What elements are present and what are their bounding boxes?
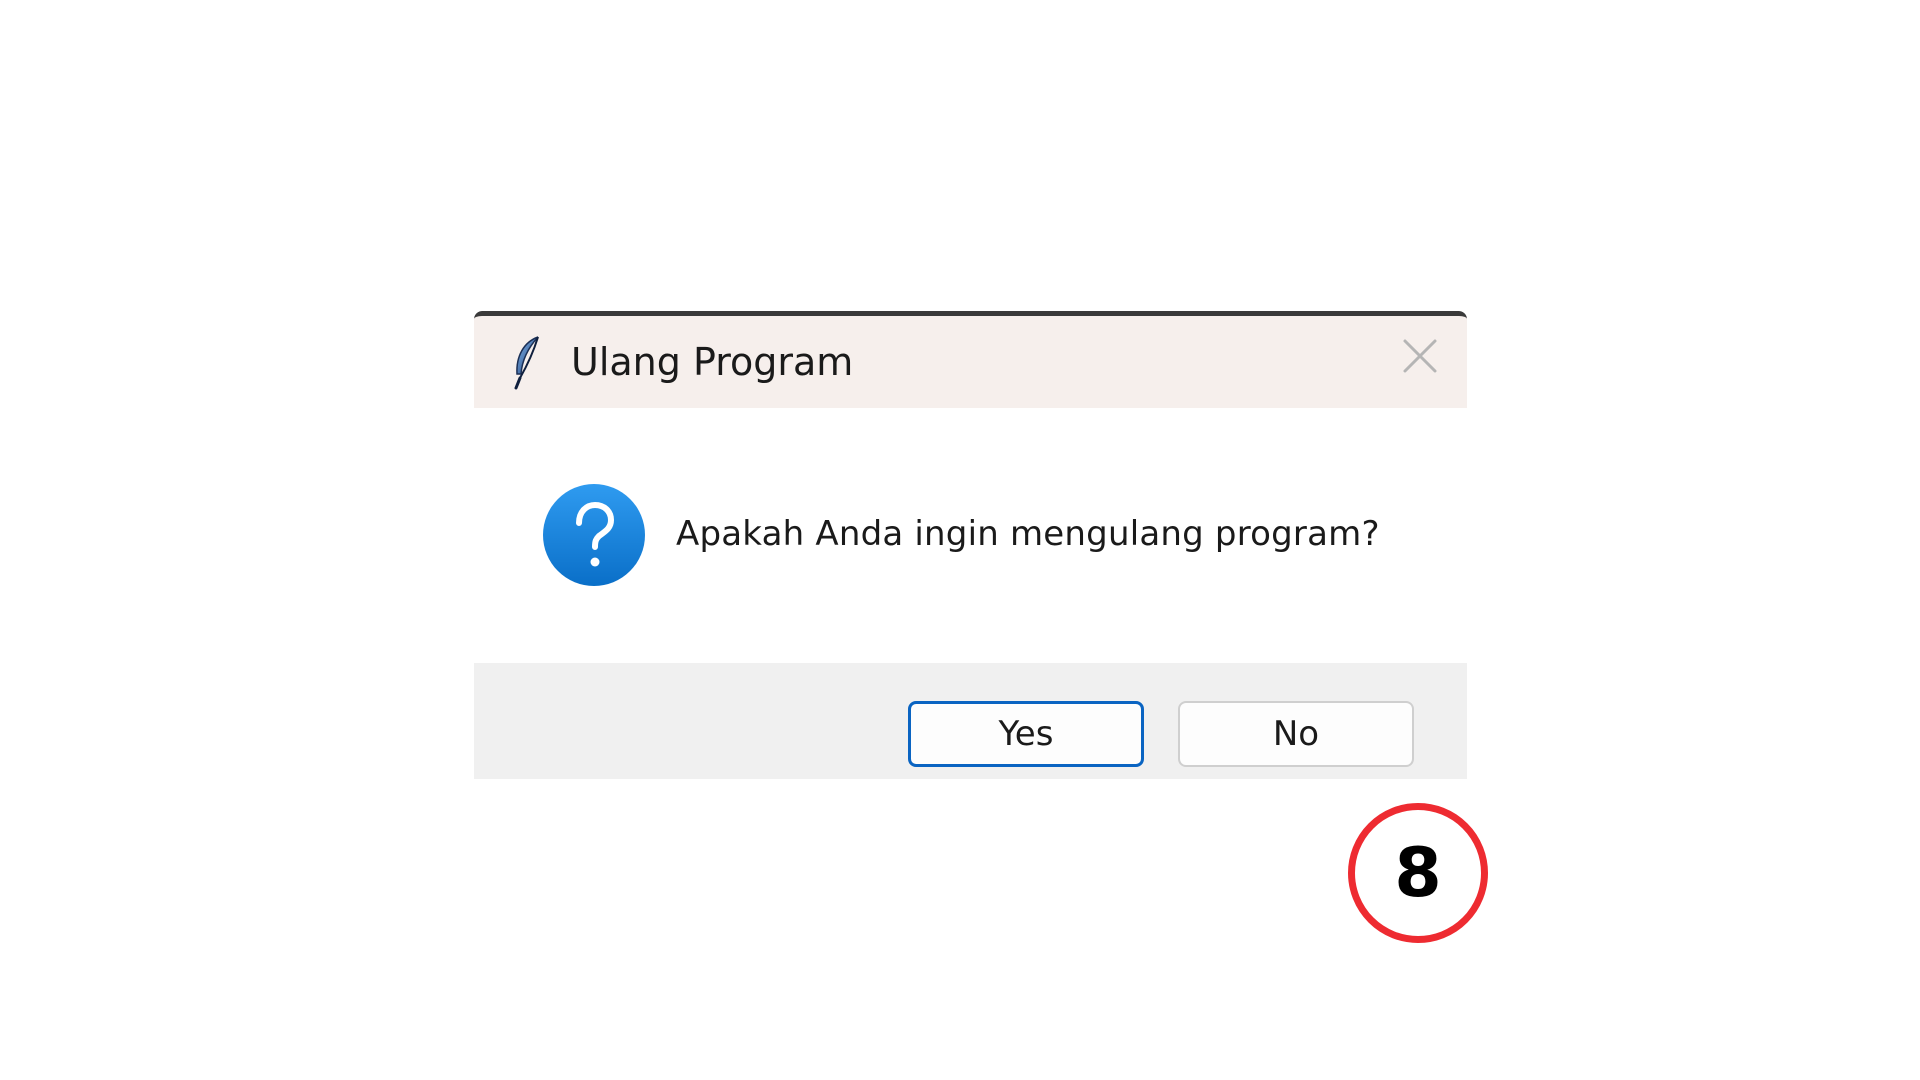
close-icon	[1403, 339, 1437, 373]
no-button[interactable]: No	[1178, 701, 1414, 767]
message-dialog: Ulang Program Apakah Anda ingin mengulan…	[474, 311, 1467, 779]
dialog-footer: Yes No	[474, 663, 1467, 779]
question-icon	[542, 483, 646, 587]
step-number-badge: 8	[1348, 803, 1488, 943]
close-button[interactable]	[1394, 330, 1446, 382]
screen-canvas: Ulang Program Apakah Anda ingin mengulan…	[0, 0, 1920, 1080]
dialog-body: Apakah Anda ingin mengulang program?	[474, 408, 1467, 663]
dialog-titlebar[interactable]: Ulang Program	[474, 311, 1467, 408]
yes-button[interactable]: Yes	[908, 701, 1144, 767]
dialog-message: Apakah Anda ingin mengulang program?	[676, 514, 1380, 554]
feather-icon	[508, 334, 548, 390]
dialog-title: Ulang Program	[571, 340, 854, 384]
